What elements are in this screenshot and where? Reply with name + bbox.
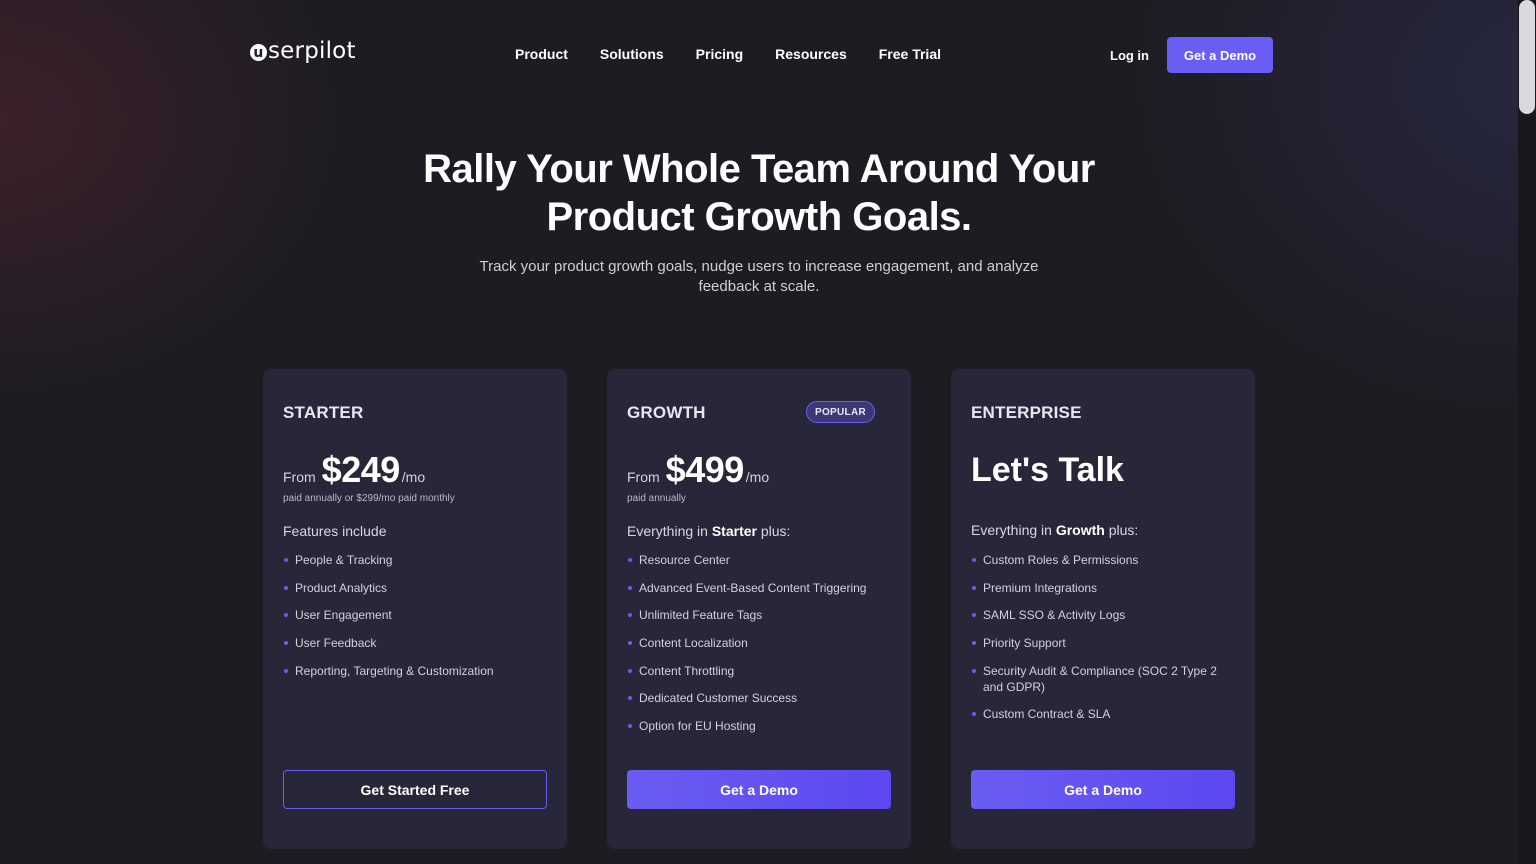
feature-item: Content Localization bbox=[627, 635, 891, 651]
get-started-free-button[interactable]: Get Started Free bbox=[283, 770, 547, 809]
nav-link-resources[interactable]: Resources bbox=[775, 46, 847, 62]
plan-headline: Let's Talk bbox=[971, 451, 1124, 489]
feature-item: Content Throttling bbox=[627, 663, 891, 679]
feature-item: Option for EU Hosting bbox=[627, 718, 891, 734]
features-title: Features include bbox=[283, 523, 387, 539]
nav-link-pricing[interactable]: Pricing bbox=[696, 46, 743, 62]
feature-list: Resource Center Advanced Event-Based Con… bbox=[627, 552, 891, 746]
plan-card-enterprise: ENTERPRISE Let's Talk Everything in Grow… bbox=[951, 369, 1255, 849]
feature-item: Resource Center bbox=[627, 552, 891, 568]
feature-item: Priority Support bbox=[971, 635, 1235, 651]
popular-badge: POPULAR bbox=[806, 401, 875, 423]
feature-item: Premium Integrations bbox=[971, 580, 1235, 596]
features-ref: Starter bbox=[711, 523, 757, 539]
feature-item: SAML SSO & Activity Logs bbox=[971, 607, 1235, 623]
feature-item: Custom Roles & Permissions bbox=[971, 552, 1235, 568]
scrollbar-thumb[interactable] bbox=[1519, 0, 1535, 114]
feature-item: People & Tracking bbox=[283, 552, 547, 568]
nav-link-product[interactable]: Product bbox=[515, 46, 568, 62]
growth-demo-button[interactable]: Get a Demo bbox=[627, 770, 891, 809]
nav-link-solutions[interactable]: Solutions bbox=[600, 46, 664, 62]
feature-item: Security Audit & Compliance (SOC 2 Type … bbox=[971, 663, 1235, 695]
page-subtitle-line-1: Track your product growth goals, nudge u… bbox=[479, 258, 1039, 275]
features-ref: Growth bbox=[1055, 522, 1105, 538]
plan-name: STARTER bbox=[283, 403, 364, 422]
price-note: paid annually or $299/mo paid monthly bbox=[283, 493, 455, 504]
page-title-line-2: Product Growth Goals. bbox=[546, 195, 972, 239]
logo[interactable]: u serpilot bbox=[250, 38, 356, 64]
header-demo-button[interactable]: Get a Demo bbox=[1167, 37, 1273, 73]
plan-name: GROWTH bbox=[627, 403, 706, 422]
feature-item: Product Analytics bbox=[283, 580, 547, 596]
features-prefix: Everything in bbox=[627, 523, 712, 539]
main-nav: Product Solutions Pricing Resources Free… bbox=[515, 46, 973, 62]
page-title: Rally Your Whole Team Around Your Produc… bbox=[0, 145, 1518, 241]
plan-card-starter: STARTER From $249 /mo paid annually or $… bbox=[263, 369, 567, 849]
feature-item: Custom Contract & SLA bbox=[971, 706, 1235, 722]
plan-card-growth: GROWTH POPULAR From $499 /mo paid annual… bbox=[607, 369, 911, 849]
feature-list: Custom Roles & Permissions Premium Integ… bbox=[971, 552, 1235, 734]
feature-item: User Feedback bbox=[283, 635, 547, 651]
login-link[interactable]: Log in bbox=[1110, 48, 1149, 63]
enterprise-demo-button[interactable]: Get a Demo bbox=[971, 770, 1235, 809]
features-suffix: plus: bbox=[756, 523, 791, 539]
logo-mark: u bbox=[250, 44, 267, 61]
feature-list: People & Tracking Product Analytics User… bbox=[283, 552, 547, 690]
features-title: Everything in Growth plus: bbox=[971, 522, 1138, 538]
price-unit: /mo bbox=[745, 469, 770, 485]
page-title-line-1: Rally Your Whole Team Around Your bbox=[423, 147, 1095, 191]
feature-item: Reporting, Targeting & Customization bbox=[283, 663, 547, 679]
features-prefix: Everything in bbox=[971, 522, 1056, 538]
page-subtitle: Track your product growth goals, nudge u… bbox=[0, 257, 1518, 297]
page-subtitle-line-2: feedback at scale. bbox=[698, 278, 820, 295]
price-note: paid annually bbox=[627, 493, 686, 504]
feature-item: Dedicated Customer Success bbox=[627, 690, 891, 706]
price-from: From bbox=[283, 469, 316, 485]
plan-name: ENTERPRISE bbox=[971, 403, 1082, 422]
plan-price: From $499 /mo bbox=[627, 449, 769, 491]
scrollbar[interactable] bbox=[1518, 0, 1536, 864]
logo-text: serpilot bbox=[268, 38, 356, 64]
features-suffix: plus: bbox=[1104, 522, 1139, 538]
nav-link-free-trial[interactable]: Free Trial bbox=[879, 46, 941, 62]
price-amount: $499 bbox=[665, 449, 745, 490]
feature-item: User Engagement bbox=[283, 607, 547, 623]
nav-actions: Log in Get a Demo bbox=[1110, 37, 1273, 73]
features-title: Everything in Starter plus: bbox=[627, 523, 790, 539]
price-amount: $249 bbox=[321, 449, 401, 490]
plan-price: From $249 /mo bbox=[283, 449, 425, 491]
feature-item: Advanced Event-Based Content Triggering bbox=[627, 580, 891, 596]
price-unit: /mo bbox=[401, 469, 426, 485]
feature-item: Unlimited Feature Tags bbox=[627, 607, 891, 623]
price-from: From bbox=[627, 469, 660, 485]
